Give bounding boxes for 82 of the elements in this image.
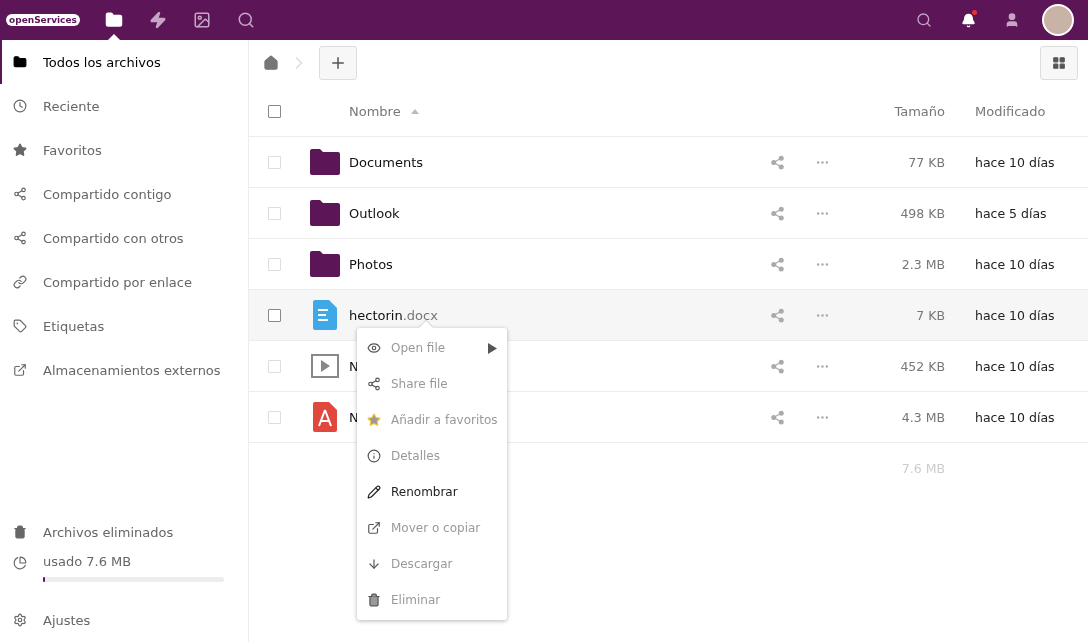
bell-icon	[960, 12, 976, 28]
file-size: 2.3 MB	[900, 256, 945, 272]
modified-date: hace 10 días	[974, 358, 1056, 374]
file-name[interactable]: hectorin.docx	[349, 307, 438, 323]
share-icon[interactable]	[770, 205, 785, 221]
folder-icon	[310, 251, 340, 277]
tag-icon	[13, 319, 27, 333]
sidebar-item[interactable]: Favoritos	[0, 128, 248, 172]
select-all-checkbox[interactable]	[268, 104, 281, 118]
share-icon[interactable]	[770, 307, 785, 323]
column-header[interactable]: Nombre	[349, 103, 401, 119]
file-name[interactable]: Documents	[349, 154, 424, 170]
share-icon[interactable]	[770, 154, 785, 170]
link-icon	[13, 275, 27, 289]
external-link-icon	[13, 363, 27, 377]
file-name[interactable]: N	[349, 409, 359, 425]
sidebar-item[interactable]: Compartido con otros	[0, 216, 248, 260]
user-icon	[1004, 12, 1020, 28]
lightning-icon	[148, 11, 167, 29]
share-icon[interactable]	[770, 358, 785, 374]
grid-icon	[1052, 56, 1066, 70]
folder-icon	[104, 11, 123, 29]
sidebar-item[interactable]: Etiquetas	[0, 304, 248, 348]
pdf-icon	[313, 402, 337, 432]
sidebar-item[interactable]: Archivos eliminados	[0, 510, 248, 554]
folder-icon	[310, 149, 340, 175]
pencil-icon	[367, 485, 381, 499]
home-icon[interactable]	[263, 55, 279, 71]
modified-date: hace 10 días	[974, 256, 1056, 272]
sidebar-item[interactable]: Todos los archivos	[0, 40, 248, 84]
video-icon	[311, 354, 339, 378]
file-size: 498 KB	[899, 205, 945, 221]
image-icon	[192, 11, 211, 29]
file-name[interactable]: Photos	[349, 256, 393, 272]
star-icon	[367, 413, 381, 427]
folder-icon	[13, 55, 27, 69]
settings-icon	[13, 613, 27, 627]
file-row[interactable]: hectorin.docx 7 KB hace 10 días	[249, 290, 1088, 341]
arrow-down-icon	[367, 557, 381, 571]
modified-date: hace 5 días	[974, 205, 1048, 221]
share-icon	[13, 187, 27, 201]
share-icon[interactable]	[770, 409, 785, 425]
external-link-icon	[367, 521, 381, 535]
column-header[interactable]: Tamaño	[894, 103, 945, 119]
sidebar-item[interactable]: Reciente	[0, 84, 248, 128]
avatar[interactable]	[1042, 4, 1074, 36]
clock-icon	[13, 99, 27, 113]
share-icon	[13, 231, 27, 245]
modified-date: hace 10 días	[974, 307, 1056, 323]
search-icon	[916, 12, 932, 28]
file-size: 452 KB	[899, 358, 945, 374]
star-icon	[13, 143, 27, 157]
folder-icon	[310, 200, 340, 226]
quota-label: usado 7.6 MB	[43, 554, 133, 569]
unread-dot	[972, 10, 977, 15]
info-icon	[367, 449, 381, 463]
share-icon[interactable]	[770, 256, 785, 272]
file-size: 4.3 MB	[900, 409, 945, 425]
sidebar-item[interactable]: Almacenamientos externos	[0, 348, 248, 392]
sidebar-item[interactable]: Ajustes	[0, 598, 248, 642]
menu-item[interactable]: Renombrar	[357, 474, 507, 510]
trash-icon	[367, 593, 381, 607]
sidebar-item[interactable]: Compartido contigo	[0, 172, 248, 216]
eye-icon	[367, 341, 381, 355]
trash-icon	[13, 525, 27, 539]
file-size: 77 KB	[907, 154, 945, 170]
file-name[interactable]: Outlook	[349, 205, 400, 221]
sort-ascending-icon	[410, 108, 419, 114]
new-button[interactable]	[319, 46, 357, 80]
grid-view-button[interactable]	[1040, 46, 1078, 80]
file-size: 7 KB	[915, 307, 945, 323]
plus-icon	[329, 54, 347, 72]
logo[interactable]: openServices	[6, 14, 80, 26]
column-header[interactable]: Modificado	[975, 103, 1046, 119]
sidebar-item[interactable]: Compartido por enlace	[0, 260, 248, 304]
quota-icon	[13, 556, 27, 570]
share-icon	[367, 377, 381, 391]
modified-date: hace 10 días	[974, 154, 1056, 170]
file-name[interactable]: N	[349, 358, 359, 374]
document-icon	[313, 300, 337, 330]
row-checkbox[interactable]	[268, 308, 281, 322]
modified-date: hace 10 días	[974, 409, 1056, 425]
